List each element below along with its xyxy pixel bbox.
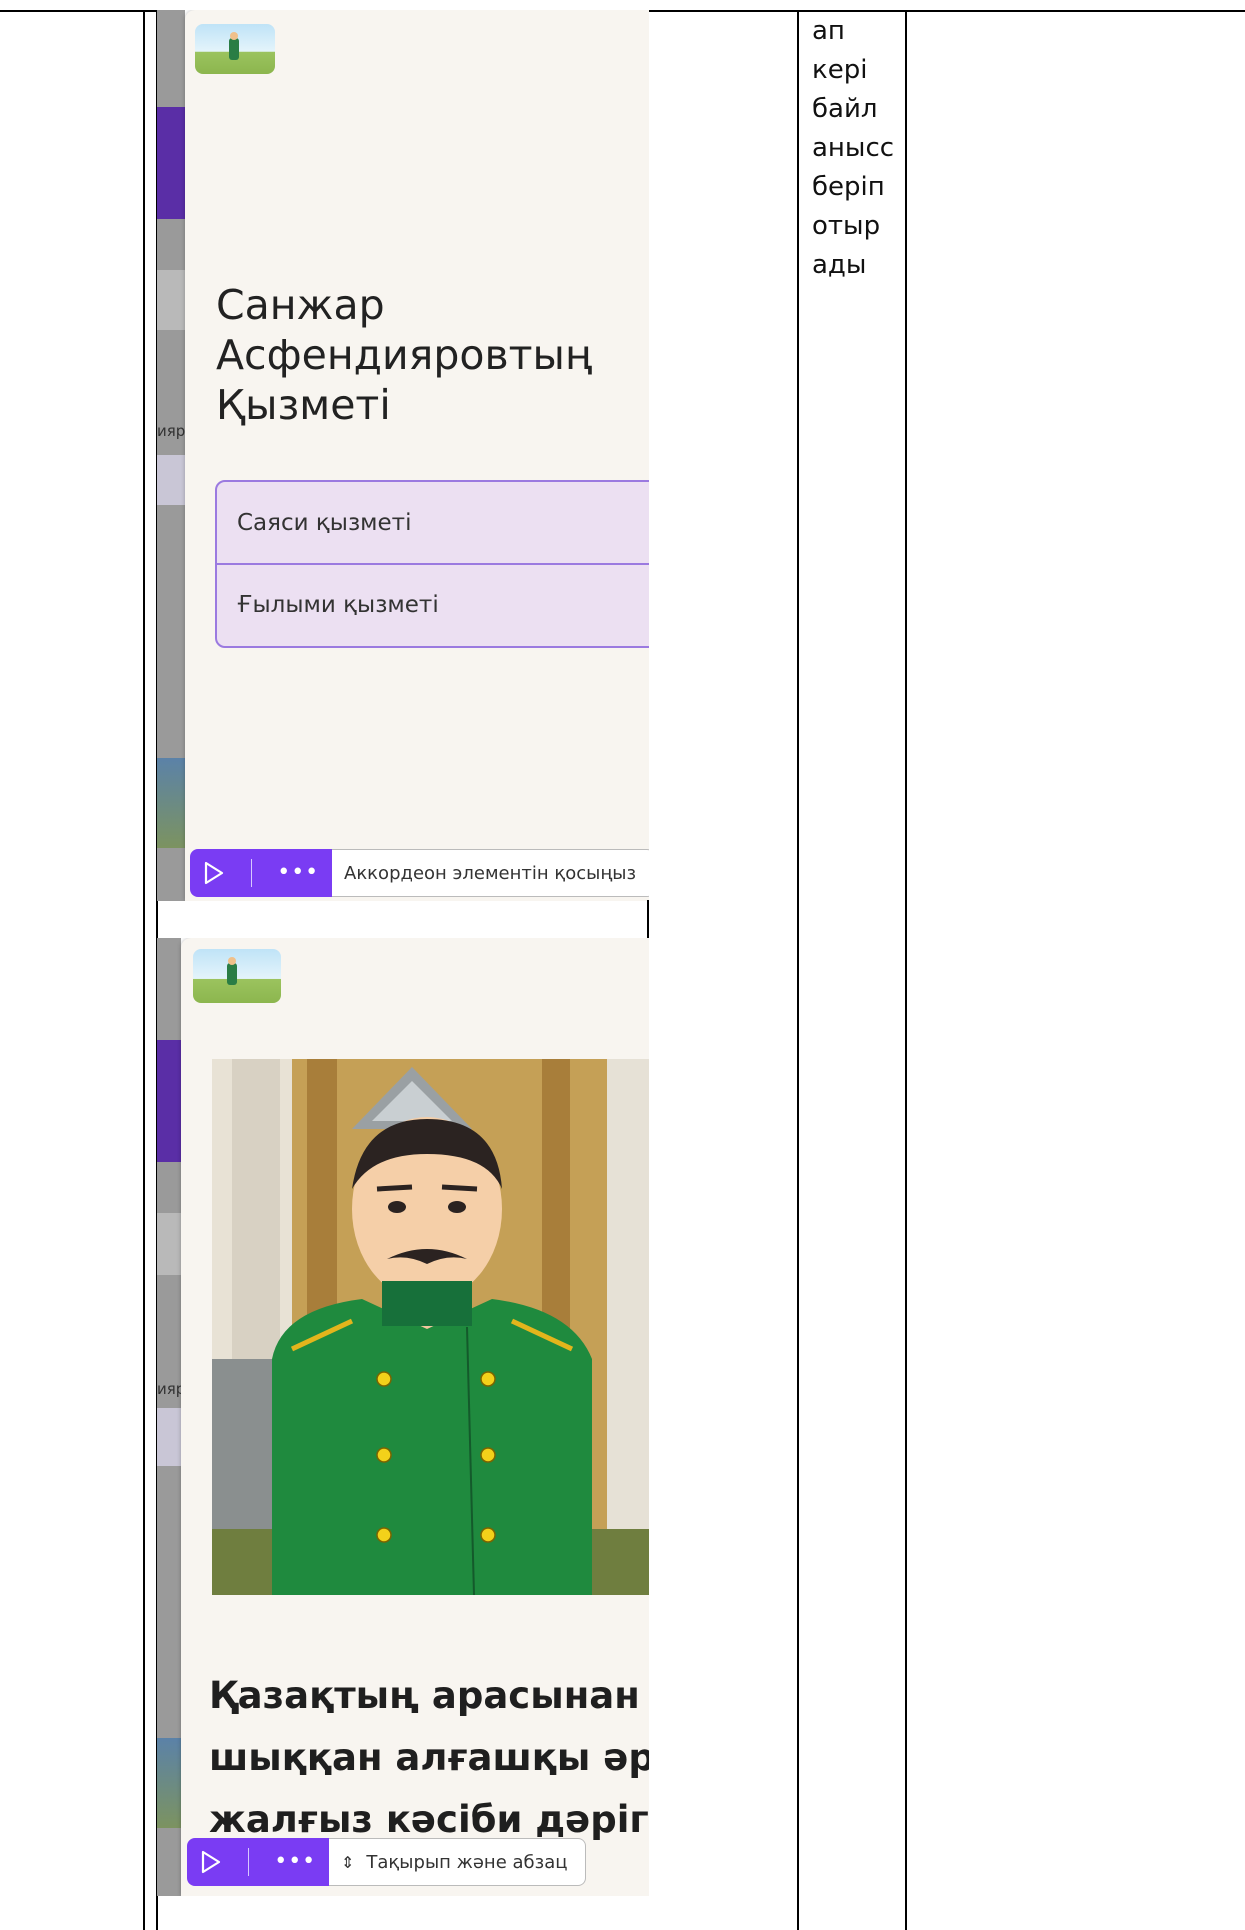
slide-heading-line: Қазақтың арасынан bbox=[209, 1674, 640, 1717]
block-toolbar: ••• ⇕ Тақырып және абзац bbox=[187, 1838, 587, 1886]
feedback-line: ады bbox=[812, 250, 867, 280]
toolbar-divider bbox=[247, 1848, 249, 1876]
app-sidebar-strip: ияр bbox=[157, 10, 185, 901]
toolbar-actions: ••• bbox=[190, 849, 332, 897]
more-options-icon[interactable]: ••• bbox=[274, 1851, 316, 1873]
play-icon[interactable] bbox=[200, 1850, 222, 1874]
feedback-line: анысс bbox=[812, 133, 895, 163]
slide-card: Қазақтың арасынан шыққан алғашқы әрі жал… bbox=[181, 938, 649, 1896]
table-col-border-4 bbox=[905, 10, 907, 1930]
block-toolbar: ••• Аккордеон элементін қосыңыз bbox=[190, 849, 649, 897]
slide-heading[interactable]: Қазақтың арасынан шыққан алғашқы әрі жал… bbox=[209, 1665, 649, 1851]
add-accordion-element-button[interactable]: Аккордеон элементін қосыңыз bbox=[332, 849, 649, 897]
feedback-line: кері bbox=[812, 55, 868, 85]
toolbar-label-text: Тақырып және абзац bbox=[366, 1851, 568, 1873]
slide-title-line: Санжар bbox=[216, 281, 385, 329]
editor-screenshot-portrait: ияр Қазақтың арасынан шыққан алғашқы әрі… bbox=[157, 938, 649, 1896]
feedback-line: ап bbox=[812, 16, 845, 46]
slide-thumbnail-image[interactable] bbox=[195, 24, 275, 74]
sidebar-active-block bbox=[157, 107, 185, 219]
sidebar-block bbox=[157, 270, 185, 330]
heading-and-paragraph-button[interactable]: ⇕ Тақырып және абзац bbox=[329, 1838, 587, 1886]
accordion-item-political[interactable]: Саяси қызметі bbox=[217, 482, 649, 565]
slide-title-line: Қызметі bbox=[216, 381, 391, 429]
table-col-border-3 bbox=[797, 10, 799, 1930]
sidebar-block bbox=[157, 1213, 181, 1275]
accordion: Саяси қызметі Ғылыми қызметі bbox=[215, 480, 649, 648]
screenshot-edge-mark bbox=[647, 900, 649, 938]
accordion-item-scientific[interactable]: Ғылыми қызметі bbox=[217, 564, 649, 645]
play-icon[interactable] bbox=[203, 861, 225, 885]
feedback-line: байл bbox=[812, 94, 878, 124]
expand-collapse-icon: ⇕ bbox=[341, 1852, 355, 1872]
slide-card: Санжар Асфендияровтың Қызметі Саяси қызм… bbox=[185, 10, 649, 901]
feedback-line: беріп bbox=[812, 172, 885, 202]
accordion-item-label: Ғылыми қызметі bbox=[237, 591, 439, 618]
sidebar-active-block bbox=[157, 1040, 181, 1162]
app-sidebar-strip: ияр bbox=[157, 938, 185, 1896]
toolbar-actions: ••• bbox=[187, 1838, 329, 1886]
sidebar-thumbnail bbox=[157, 758, 185, 848]
slide-heading-line: шыққан алғашқы әрі bbox=[209, 1736, 649, 1779]
sidebar-block bbox=[157, 455, 185, 505]
feedback-text-cell: ап кері байл анысс беріп отыр ады bbox=[812, 12, 912, 285]
sidebar-truncated-label: ияр bbox=[157, 422, 186, 440]
editor-screenshot-accordion: ияр Санжар Асфендияровтың Қызметі Саяси … bbox=[157, 10, 649, 901]
slide-title[interactable]: Санжар Асфендияровтың Қызметі bbox=[216, 280, 636, 430]
portrait-image[interactable] bbox=[212, 1059, 649, 1595]
portrait-illustration bbox=[212, 1059, 649, 1595]
accordion-item-label: Саяси қызметі bbox=[237, 509, 412, 536]
feedback-line: отыр bbox=[812, 211, 881, 241]
more-options-icon[interactable]: ••• bbox=[277, 862, 319, 884]
table-col-border-1 bbox=[143, 10, 145, 1930]
sidebar-block bbox=[157, 1408, 181, 1466]
slide-title-line: Асфендияровтың bbox=[216, 331, 592, 379]
slide-thumbnail-image[interactable] bbox=[193, 949, 281, 1003]
sidebar-thumbnail bbox=[157, 1738, 181, 1828]
toolbar-divider bbox=[250, 859, 252, 887]
